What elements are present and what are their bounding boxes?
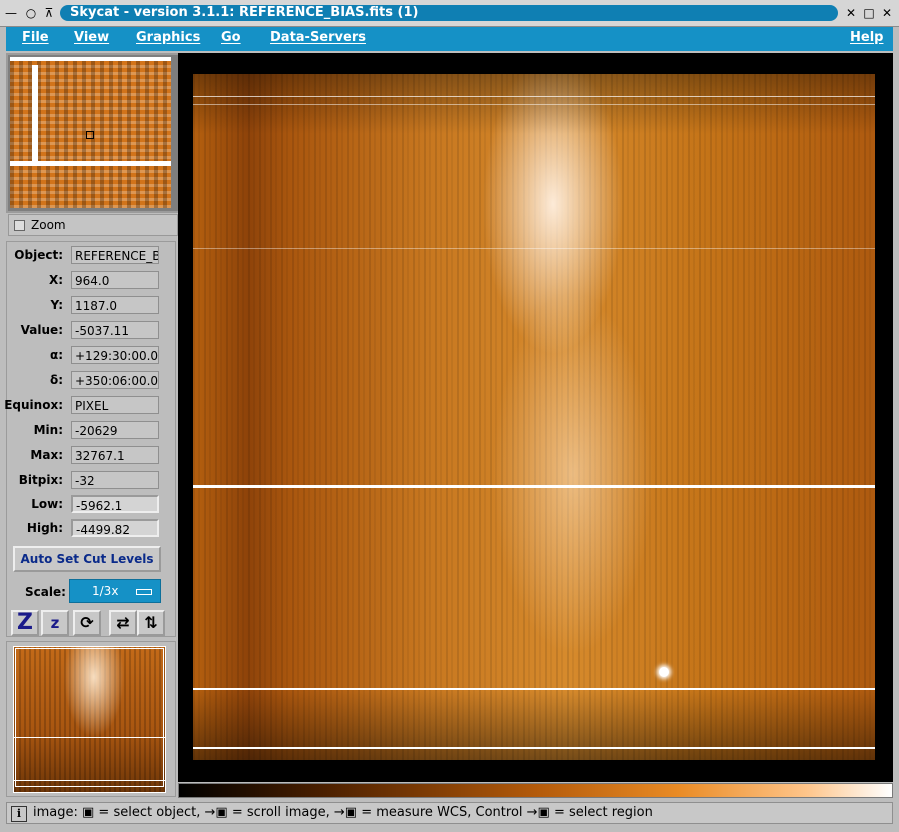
shade-icon[interactable]: ⊼: [42, 6, 56, 20]
low-label: Low:: [31, 497, 63, 511]
scale-value: 1/3x: [92, 584, 119, 598]
circle-icon[interactable]: ○: [24, 6, 38, 20]
flip-y-icon: ⇅: [144, 613, 158, 632]
ra-label: α:: [49, 348, 63, 362]
x-label: X:: [48, 273, 63, 287]
control-panel: Zoom Object: REFERENCE_BIAS X: 964.0 Y: …: [4, 53, 180, 799]
flip-x-icon: ⇄: [116, 613, 130, 632]
equinox-value: PIXEL: [71, 396, 159, 414]
pixel-value: -5037.11: [71, 321, 159, 339]
pan-view-box[interactable]: [15, 648, 164, 787]
min-label: Min:: [33, 423, 63, 437]
info-row-object: Object: REFERENCE_BIAS: [7, 246, 177, 266]
zoom-toggle[interactable]: Zoom: [8, 214, 178, 236]
kill-icon[interactable]: ✕: [880, 6, 894, 20]
close-icon[interactable]: ✕: [844, 6, 858, 20]
pan-window: [6, 641, 176, 797]
high-input[interactable]: -4499.82: [71, 519, 159, 537]
info-row-max: Max: 32767.1: [7, 446, 177, 466]
ra-value: +129:30:00.000: [71, 346, 159, 364]
zoom-in-button[interactable]: Z: [11, 610, 39, 636]
info-row-y: Y: 1187.0: [7, 296, 177, 316]
minimize-icon[interactable]: —: [4, 6, 18, 20]
menu-go[interactable]: Go: [221, 30, 241, 45]
menu-bar: File View Graphics Go Data-Servers Help: [6, 27, 893, 51]
info-panel: Object: REFERENCE_BIAS X: 964.0 Y: 1187.…: [4, 241, 177, 637]
title-bar: — ○ ⊼ Skycat - version 3.1.1: REFERENCE_…: [0, 0, 899, 27]
image-line: [193, 688, 875, 690]
bitpix-label: Bitpix:: [18, 473, 63, 487]
bright-spot: [659, 667, 669, 677]
info-row-dec: δ: +350:06:00.00: [7, 371, 177, 391]
status-text: image: ▣ = select object, →▣ = scroll im…: [33, 805, 653, 820]
dec-label: δ:: [49, 373, 63, 387]
flip-y-button[interactable]: ⇅: [137, 610, 165, 636]
dec-value: +350:06:00.00: [71, 371, 159, 389]
scale-label: Scale:: [25, 585, 66, 599]
x-value: 964.0: [71, 271, 159, 289]
zoom-out-button[interactable]: z: [41, 610, 69, 636]
min-value: -20629: [71, 421, 159, 439]
info-row-ra: α: +129:30:00.000: [7, 346, 177, 366]
y-label: Y:: [50, 298, 63, 312]
info-row-equinox: Equinox: PIXEL: [4, 396, 177, 416]
zoom-label: Zoom: [31, 218, 66, 232]
maximize-icon[interactable]: □: [862, 6, 876, 20]
image-line: [193, 485, 875, 488]
y-value: 1187.0: [71, 296, 159, 314]
equinox-label: Equinox:: [4, 398, 63, 412]
info-icon: i: [11, 806, 27, 822]
scale-select[interactable]: 1/3x: [69, 579, 161, 603]
max-value: 32767.1: [71, 446, 159, 464]
info-row-value: Value: -5037.11: [7, 321, 177, 341]
menu-help[interactable]: Help: [850, 30, 883, 45]
max-label: Max:: [30, 448, 63, 462]
menu-file[interactable]: File: [22, 30, 49, 45]
main-image[interactable]: [193, 74, 875, 760]
colorbar[interactable]: [178, 783, 893, 798]
rotate-icon: ⟳: [80, 613, 94, 632]
image-line: [193, 747, 875, 749]
object-label: Object:: [14, 248, 63, 262]
zoom-in-icon: Z: [17, 610, 33, 635]
flip-x-button[interactable]: ⇄: [109, 610, 137, 636]
status-bar: i image: ▣ = select object, →▣ = scroll …: [6, 802, 893, 824]
zoom-checkbox[interactable]: [14, 220, 25, 231]
image-shade: [193, 690, 875, 760]
option-menu-icon: [136, 589, 152, 595]
image-display[interactable]: [178, 53, 893, 782]
high-label: High:: [26, 521, 63, 535]
menu-graphics[interactable]: Graphics: [136, 30, 200, 45]
info-row-high: High: -4499.82: [7, 519, 177, 539]
info-row-min: Min: -20629: [7, 421, 177, 441]
value-label: Value:: [20, 323, 63, 337]
pan-image[interactable]: [13, 646, 166, 793]
info-row-x: X: 964.0: [7, 271, 177, 291]
zoom-out-icon: z: [50, 614, 60, 632]
rotate-button[interactable]: ⟳: [73, 610, 101, 636]
zoom-window: [6, 53, 180, 213]
zoom-image[interactable]: [10, 57, 171, 208]
info-row-low: Low: -5962.1: [7, 495, 177, 515]
info-row-bitpix: Bitpix: -32: [7, 471, 177, 491]
image-line: [193, 96, 875, 97]
object-value: REFERENCE_BIAS: [71, 246, 159, 264]
image-line: [193, 248, 875, 249]
window-title: Skycat - version 3.1.1: REFERENCE_BIAS.f…: [60, 5, 838, 21]
low-input[interactable]: -5962.1: [71, 495, 159, 513]
menu-view[interactable]: View: [74, 30, 109, 45]
menu-data-servers[interactable]: Data-Servers: [270, 30, 366, 45]
bitpix-value: -32: [71, 471, 159, 489]
auto-set-cut-levels-button[interactable]: Auto Set Cut Levels: [13, 546, 161, 572]
image-line: [193, 104, 875, 105]
